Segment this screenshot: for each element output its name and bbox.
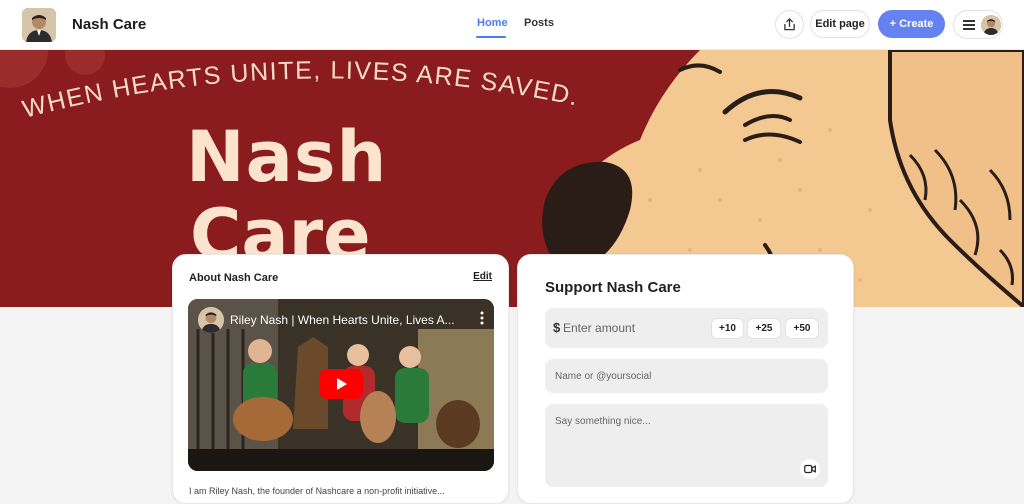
cover-banner: WHEN HEARTS UNITE, LIVES ARE SAVED. Nash… (0, 50, 1024, 307)
play-button[interactable] (319, 369, 363, 399)
about-title: About Nash Care (189, 272, 279, 284)
support-title: Support Nash Care (545, 279, 681, 296)
channel-avatar[interactable] (198, 307, 224, 333)
profile-photo-icon (981, 15, 1001, 35)
about-edit-link[interactable]: Edit (473, 271, 492, 282)
brand-avatar[interactable] (22, 8, 56, 42)
tab-home[interactable]: Home (477, 17, 508, 29)
create-button[interactable]: + Create (878, 10, 945, 38)
svg-text:WHEN HEARTS UNITE, LIVES ARE S: WHEN HEARTS UNITE, LIVES ARE SAVED. (20, 56, 582, 123)
active-tab-indicator (476, 36, 506, 38)
currency-symbol: $ (553, 320, 561, 335)
amount-placeholder: Enter amount (563, 321, 636, 335)
hamburger-icon (963, 20, 975, 30)
hero-tagline-text: WHEN HEARTS UNITE, LIVES ARE SAVED. (20, 56, 581, 123)
video-title[interactable]: Riley Nash | When Hearts Unite, Lives A.… (230, 313, 455, 327)
account-menu-button[interactable] (953, 10, 1003, 39)
about-card: About Nash Care Edit Riley Nash | When H… (172, 254, 509, 504)
quick-amount-25[interactable]: +25 (747, 318, 781, 339)
user-avatar (981, 15, 1001, 35)
more-options-icon[interactable] (480, 311, 484, 325)
profile-photo-icon (198, 307, 224, 333)
top-navigation-bar: Nash Care Home Posts Edit page + Create (0, 0, 1024, 50)
name-placeholder: Name or @yoursocial (555, 371, 652, 382)
video-message-button[interactable] (800, 459, 820, 479)
amount-input[interactable]: $ Enter amount +10 +25 +50 (545, 308, 828, 348)
message-placeholder: Say something nice... (555, 416, 651, 427)
quick-amount-50[interactable]: +50 (785, 318, 819, 339)
support-card: Support Nash Care $ Enter amount +10 +25… (517, 254, 854, 504)
message-input[interactable]: Say something nice... (545, 404, 828, 487)
video-camera-icon (804, 464, 816, 474)
name-input[interactable]: Name or @yoursocial (545, 359, 828, 393)
video-embed[interactable]: Riley Nash | When Hearts Unite, Lives A.… (188, 299, 494, 471)
brand-name[interactable]: Nash Care (72, 16, 146, 33)
tab-posts[interactable]: Posts (524, 17, 554, 29)
profile-photo-icon (22, 8, 56, 42)
share-icon (784, 18, 795, 31)
quick-amount-10[interactable]: +10 (711, 318, 744, 339)
share-button[interactable] (775, 10, 804, 39)
play-icon (337, 378, 347, 390)
edit-page-button[interactable]: Edit page (810, 10, 870, 38)
about-description: I am Riley Nash, the founder of Nashcare… (189, 486, 445, 496)
hero-title-line1: Nash (186, 116, 388, 198)
